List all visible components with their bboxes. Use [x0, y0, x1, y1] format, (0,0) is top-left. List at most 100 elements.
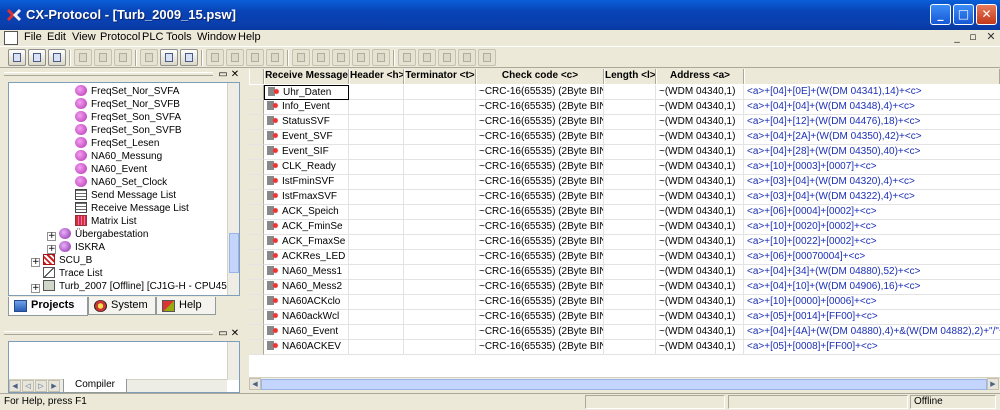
list-button-2[interactable] — [418, 49, 436, 66]
menu-tools[interactable]: Tools — [166, 31, 192, 43]
length-cell[interactable] — [604, 190, 656, 205]
check-code-cell[interactable]: ~CRC-16(65535) (2Byte BIN) — [476, 190, 604, 205]
print-button[interactable] — [140, 49, 158, 66]
address-cell[interactable]: ~(WDM 04340,1) — [656, 175, 744, 190]
table-row[interactable]: IstFminSVF ~CRC-16(65535) (2Byte BIN) ~(WD… — [249, 175, 1000, 190]
row-selector[interactable] — [249, 130, 264, 145]
expand-icon[interactable]: + — [47, 232, 56, 241]
transfer-button-5[interactable] — [372, 49, 390, 66]
message-name-cell[interactable]: NA60ACKclo — [264, 295, 349, 310]
terminator-cell[interactable] — [404, 115, 476, 130]
row-selector-header[interactable] — [249, 69, 264, 84]
header-cell[interactable] — [349, 235, 404, 250]
check-code-cell[interactable]: ~CRC-16(65535) (2Byte BIN) — [476, 310, 604, 325]
check-code-cell[interactable]: ~CRC-16(65535) (2Byte BIN) — [476, 145, 604, 160]
length-cell[interactable] — [604, 340, 656, 355]
save-button[interactable] — [48, 49, 66, 66]
header-cell[interactable] — [349, 115, 404, 130]
tree-item[interactable]: + SCU_B — [31, 254, 92, 267]
data-cell[interactable]: <a>+[03]+[04]+(W(DM 04320),4)+<c> — [744, 175, 1000, 190]
table-row[interactable]: NA60_Mess1 ~CRC-16(65535) (2Byte BIN) ~(WD… — [249, 265, 1000, 280]
data-cell[interactable]: <a>+[06]+[0004]+[0002]+<c> — [744, 205, 1000, 220]
message-name-cell[interactable]: NA60_Mess1 — [264, 265, 349, 280]
check-code-cell[interactable]: ~CRC-16(65535) (2Byte BIN) — [476, 205, 604, 220]
terminator-cell[interactable] — [404, 220, 476, 235]
terminator-cell[interactable] — [404, 235, 476, 250]
length-cell[interactable] — [604, 325, 656, 340]
menu-file[interactable]: File — [24, 31, 42, 43]
scroll-thumb[interactable] — [261, 379, 987, 390]
new-button[interactable] — [8, 49, 26, 66]
insert-row-button[interactable] — [206, 49, 224, 66]
length-cell[interactable] — [604, 115, 656, 130]
expand-icon[interactable]: + — [31, 258, 40, 267]
row-selector[interactable] — [249, 340, 264, 355]
row-selector[interactable] — [249, 265, 264, 280]
address-cell[interactable]: ~(WDM 04340,1) — [656, 145, 744, 160]
check-code-cell[interactable]: ~CRC-16(65535) (2Byte BIN) — [476, 85, 604, 100]
check-code-cell[interactable]: ~CRC-16(65535) (2Byte BIN) — [476, 280, 604, 295]
table-row[interactable]: NA60ACKEV ~CRC-16(65535) (2Byte BIN) ~(WDM… — [249, 340, 1000, 355]
header-cell[interactable] — [349, 160, 404, 175]
row-selector[interactable] — [249, 280, 264, 295]
terminator-cell[interactable] — [404, 100, 476, 115]
receive-message-grid[interactable]: Receive Message Header <h> Terminator <t… — [249, 69, 1000, 377]
data-cell[interactable]: <a>+[05]+[0008]+[FF00]+<c> — [744, 340, 1000, 355]
mdi-close-button[interactable]: ✕ — [984, 30, 998, 44]
table-row[interactable]: CLK_Ready ~CRC-16(65535) (2Byte BIN) ~(WDM… — [249, 160, 1000, 175]
address-cell[interactable]: ~(WDM 04340,1) — [656, 325, 744, 340]
minimize-button[interactable]: _ — [930, 4, 951, 25]
first-tab-arrow-icon[interactable]: ◀ — [9, 380, 21, 392]
tree-item[interactable]: Send Message List — [75, 189, 176, 202]
data-cell[interactable]: <a>+[05]+[0014]+[FF00]+<c> — [744, 310, 1000, 325]
message-name-cell[interactable]: NA60_Mess2 — [264, 280, 349, 295]
address-cell[interactable]: ~(WDM 04340,1) — [656, 130, 744, 145]
data-cell[interactable]: <a>+[10]+[0003]+[0007]+<c> — [744, 160, 1000, 175]
header-cell[interactable] — [349, 310, 404, 325]
column-header[interactable]: Header <h> — [349, 69, 404, 84]
pane-grip[interactable] — [4, 331, 213, 335]
data-cell[interactable]: <a>+[04]+[2A]+(W(DM 04350),42)+<c> — [744, 130, 1000, 145]
header-cell[interactable] — [349, 340, 404, 355]
terminator-cell[interactable] — [404, 265, 476, 280]
cx-protocol-app-icon[interactable] — [6, 7, 22, 23]
terminator-cell[interactable] — [404, 205, 476, 220]
column-data[interactable] — [744, 69, 1000, 84]
address-cell[interactable]: ~(WDM 04340,1) — [656, 205, 744, 220]
message-name-cell[interactable]: CLK_Ready — [264, 160, 349, 175]
terminator-cell[interactable] — [404, 175, 476, 190]
scroll-left-arrow-icon[interactable]: ◀ — [249, 378, 261, 390]
address-cell[interactable]: ~(WDM 04340,1) — [656, 100, 744, 115]
project-tree[interactable]: FreqSet_Nor_SVFA FreqSet_Nor_SVFB FreqSe… — [8, 82, 240, 296]
paste-button[interactable] — [114, 49, 132, 66]
table-row[interactable]: StatusSVF ~CRC-16(65535) (2Byte BIN) ~(WDM… — [249, 115, 1000, 130]
menu-window[interactable]: Window — [197, 31, 236, 43]
length-cell[interactable] — [604, 100, 656, 115]
table-row[interactable]: ACK_FminSe ~CRC-16(65535) (2Byte BIN) ~(WD… — [249, 220, 1000, 235]
length-cell[interactable] — [604, 250, 656, 265]
row-selector[interactable] — [249, 190, 264, 205]
table-row[interactable]: Event_SIF ~CRC-16(65535) (2Byte BIN) ~(WDM… — [249, 145, 1000, 160]
message-name-cell[interactable]: ACKRes_LED — [264, 250, 349, 265]
length-cell[interactable] — [604, 280, 656, 295]
scroll-thumb[interactable] — [229, 233, 239, 273]
row-selector[interactable] — [249, 250, 264, 265]
header-cell[interactable] — [349, 220, 404, 235]
header-cell[interactable] — [349, 190, 404, 205]
message-name-cell[interactable]: ACK_FminSe — [264, 220, 349, 235]
data-cell[interactable]: <a>+[04]+[4A]+(W(DM 04880),4)+&(W(DM 048… — [744, 325, 1000, 340]
eject-button[interactable] — [266, 49, 284, 66]
tab-system[interactable]: System — [88, 297, 156, 315]
column-receive-message[interactable]: Receive Message — [264, 69, 349, 84]
tree-item[interactable]: NA60_Messung — [75, 150, 162, 163]
check-code-cell[interactable]: ~CRC-16(65535) (2Byte BIN) — [476, 265, 604, 280]
table-row[interactable]: IstFmaxSVF ~CRC-16(65535) (2Byte BIN) ~(WD… — [249, 190, 1000, 205]
message-name-cell[interactable]: NA60ackWcl — [264, 310, 349, 325]
row-selector[interactable] — [249, 115, 264, 130]
tree-item[interactable]: + Turb_2007 [Offline] [CJ1G-H - CPU45] — [31, 280, 230, 293]
header-cell[interactable] — [349, 205, 404, 220]
row-selector[interactable] — [249, 220, 264, 235]
message-name-cell[interactable]: NA60_Event — [264, 325, 349, 340]
data-cell[interactable]: <a>+[04]+[04]+(W(DM 04348),4)+<c> — [744, 100, 1000, 115]
table-row[interactable]: Uhr_Daten ~CRC-16(65535) (2Byte BIN) ~(WDM… — [249, 85, 1000, 100]
